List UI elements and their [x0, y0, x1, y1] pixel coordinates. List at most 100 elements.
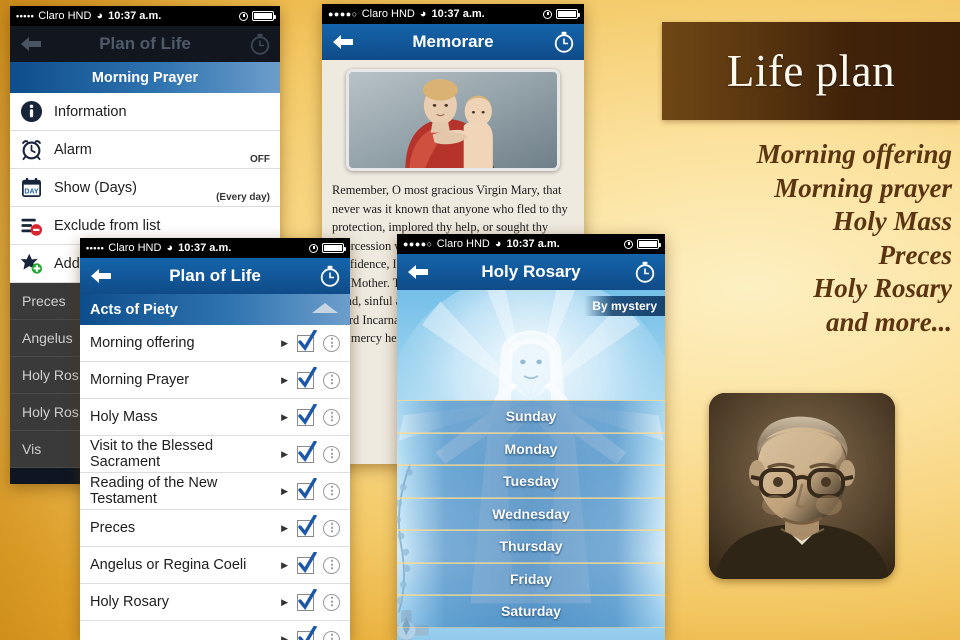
options-icon[interactable]: ⋮	[323, 593, 340, 611]
status-bar: ••••• Claro HND ◕ 10:37 a.m.	[10, 6, 280, 26]
disclosure-triangle-icon[interactable]: ▶	[281, 375, 288, 386]
info-icon	[20, 100, 54, 123]
list-item-label: Preces	[90, 520, 136, 536]
day-button-thursday[interactable]: Thursday	[397, 530, 665, 563]
back-arrow-icon[interactable]	[88, 266, 114, 286]
day-button-friday[interactable]: Friday	[397, 562, 665, 595]
promo-feature-list: Morning offering Morning prayer Holy Mas…	[670, 138, 952, 339]
timer-icon[interactable]	[318, 264, 342, 288]
options-icon[interactable]: ⋮	[323, 445, 340, 463]
options-icon[interactable]: ⋮	[323, 482, 340, 500]
options-icon[interactable]: ⋮	[323, 408, 340, 426]
list-item-label: Exclude from list	[54, 217, 161, 234]
list-item-label: Visit to the Blessed Sacrament	[90, 438, 214, 470]
options-icon[interactable]: ⋮	[323, 519, 340, 537]
checkbox[interactable]	[297, 477, 317, 500]
day-button-wednesday[interactable]: Wednesday	[397, 497, 665, 530]
timer-icon[interactable]	[248, 32, 272, 56]
options-icon[interactable]: ⋮	[323, 371, 340, 389]
list-item-label: Morning offering	[90, 335, 195, 351]
list-item-show-days[interactable]: DAY Show (Days) (Every day)	[10, 169, 280, 207]
list-item-label: Angelus or Regina Coeli	[90, 557, 247, 573]
checkbox[interactable]	[297, 366, 317, 389]
section-header-acts-of-piety[interactable]: Acts of Piety	[80, 294, 350, 325]
promo-feature-item: Holy Rosary	[813, 273, 952, 303]
alarm-clock-icon	[20, 138, 54, 161]
disclosure-triangle-icon[interactable]: ▶	[281, 597, 288, 608]
disclosure-triangle-icon[interactable]: ▶	[281, 486, 288, 497]
battery-icon	[252, 11, 276, 21]
checkbox[interactable]	[297, 440, 317, 463]
list-item-information[interactable]: Information	[10, 93, 280, 131]
battery-icon	[556, 9, 580, 19]
page-title: Life plan	[726, 46, 896, 96]
promo-feature-item: Morning offering	[756, 139, 952, 169]
back-arrow-icon[interactable]	[18, 34, 44, 54]
day-button-monday[interactable]: Monday	[397, 432, 665, 465]
list-item-label: Holy Mass	[90, 409, 158, 425]
carrier-label: Claro HND	[361, 8, 415, 20]
promo-feature-item: and more...	[825, 306, 952, 337]
list-item-reading-new-testament[interactable]: Reading of the New Testament ▶ ⋮	[80, 473, 350, 510]
list-item-visit-blessed-sacrament[interactable]: Visit to the Blessed Sacrament ▶ ⋮	[80, 436, 350, 473]
disclosure-triangle-icon[interactable]: ▶	[281, 523, 288, 534]
checkbox[interactable]	[297, 329, 317, 352]
list-item-holy-rosary[interactable]: Holy Rosary ▶ ⋮	[80, 584, 350, 621]
collapse-triangle-icon[interactable]	[310, 301, 340, 319]
priest-portrait-image	[709, 393, 895, 579]
back-arrow-icon[interactable]	[330, 32, 356, 52]
disclosure-triangle-icon[interactable]: ▶	[281, 634, 288, 640]
alarm-icon	[239, 11, 248, 21]
list-item-morning-offering[interactable]: Morning offering ▶ ⋮	[80, 325, 350, 362]
wifi-icon: ◕	[494, 238, 502, 250]
promo-feature-item: Morning prayer	[774, 172, 952, 203]
disclosure-triangle-icon[interactable]: ▶	[281, 412, 288, 423]
options-icon[interactable]: ⋮	[323, 334, 340, 352]
wifi-icon: ◕	[419, 8, 427, 20]
list-item-preces[interactable]: Preces ▶ ⋮	[80, 510, 350, 547]
wifi-icon: ◕	[96, 10, 104, 22]
day-button-sunday[interactable]: Sunday	[397, 400, 665, 433]
disclosure-triangle-icon[interactable]: ▶	[281, 449, 288, 460]
signal-strength-icon: ●●●●○	[328, 9, 358, 19]
carrier-label: Claro HND	[38, 10, 92, 22]
list-item-holy-mass[interactable]: Holy Mass ▶ ⋮	[80, 399, 350, 436]
disclosure-triangle-icon[interactable]: ▶	[281, 338, 288, 349]
timer-icon[interactable]	[633, 260, 657, 284]
nav-title: Holy Rosary	[481, 262, 581, 281]
carrier-label: Claro HND	[108, 242, 162, 254]
list-item-angelus-regina-coeli[interactable]: Angelus or Regina Coeli ▶ ⋮	[80, 547, 350, 584]
section-title: Morning Prayer	[91, 69, 199, 86]
checkbox[interactable]	[297, 514, 317, 537]
calendar-day-icon: DAY	[20, 176, 54, 199]
phone-screen-holy-rosary: ●●●●○ Claro HND ◕ 10:37 a.m. Holy Rosary	[397, 234, 665, 640]
day-button-tuesday[interactable]: Tuesday	[397, 465, 665, 498]
acts-of-piety-list: Morning offering ▶ ⋮ Morning Prayer ▶ ⋮ …	[80, 325, 350, 640]
checkbox[interactable]	[297, 625, 317, 640]
options-icon[interactable]: ⋮	[323, 556, 340, 574]
navigation-bar: Memorare	[322, 24, 584, 60]
navigation-bar: Holy Rosary	[397, 254, 665, 290]
checkbox[interactable]	[297, 403, 317, 426]
back-arrow-icon[interactable]	[405, 262, 431, 282]
promo-feature-item: Preces	[878, 239, 952, 270]
by-mystery-badge[interactable]: By mystery	[584, 296, 665, 316]
day-button-saturday[interactable]: Saturday	[397, 595, 665, 628]
day-of-week-list: Sunday Monday Tuesday Wednesday Thursday…	[397, 400, 665, 628]
nav-title: Plan of Life	[169, 266, 261, 285]
promo-feature-item: Holy Mass	[832, 206, 952, 236]
timer-icon[interactable]	[552, 30, 576, 54]
wifi-icon: ◕	[166, 242, 174, 254]
list-item-partial[interactable]: ▶ ⋮	[80, 621, 350, 640]
checkbox[interactable]	[297, 588, 317, 611]
list-item-morning-prayer[interactable]: Morning Prayer ▶ ⋮	[80, 362, 350, 399]
list-item-label: Add	[54, 255, 80, 272]
options-icon[interactable]: ⋮	[323, 630, 340, 640]
disclosure-triangle-icon[interactable]: ▶	[281, 560, 288, 571]
battery-icon	[322, 243, 346, 253]
status-bar: ●●●●○ Claro HND ◕ 10:37 a.m.	[397, 234, 665, 254]
status-bar: ••••• Claro HND ◕ 10:37 a.m.	[80, 238, 350, 258]
svg-text:DAY: DAY	[24, 187, 39, 195]
checkbox[interactable]	[297, 551, 317, 574]
list-item-alarm[interactable]: Alarm OFF	[10, 131, 280, 169]
